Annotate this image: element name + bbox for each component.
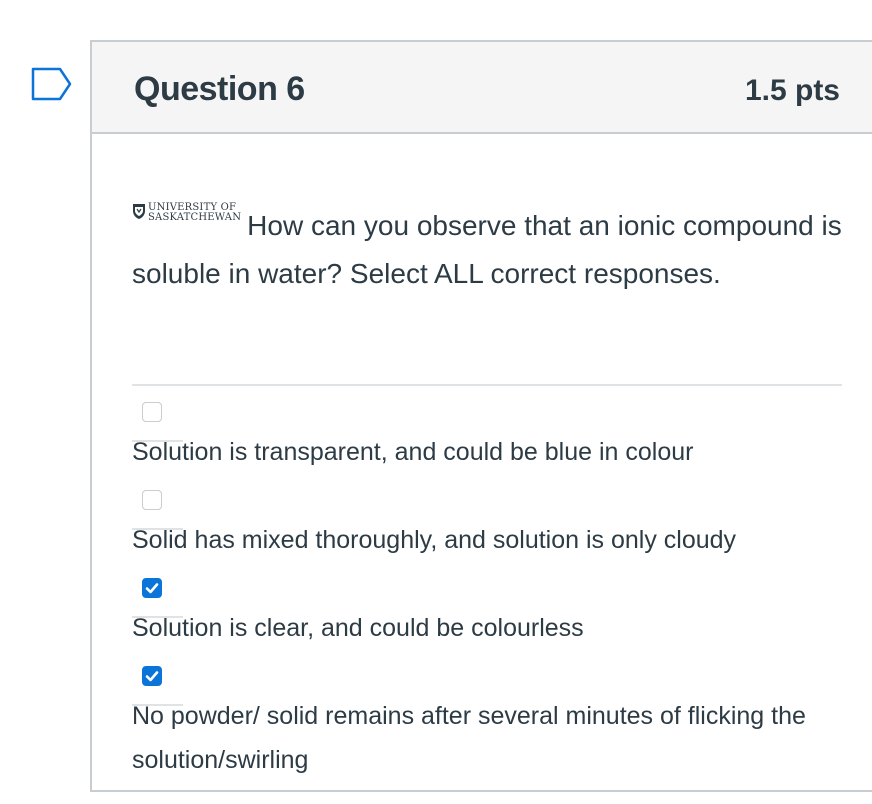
answer-option[interactable]: Solution is transparent, and could be bl… — [132, 376, 842, 474]
question-body: UNIVERSITY OF SASKATCHEWAN How can you ob… — [132, 200, 842, 298]
answer-list: Solution is transparent, and could be bl… — [132, 376, 842, 782]
question-points: 1.5 pts — [744, 74, 840, 107]
flag-question-button[interactable] — [30, 66, 74, 102]
answer-label: Solution is transparent, and could be bl… — [132, 438, 694, 466]
answer-checkbox[interactable] — [142, 402, 162, 422]
university-shield-icon — [133, 204, 145, 219]
question-header: Question 6 1.5 pts — [92, 42, 872, 134]
flag-question-icon — [31, 67, 72, 101]
answer-label: Solid has mixed thoroughly, and solution… — [132, 526, 737, 554]
answer-checkbox[interactable] — [142, 578, 162, 598]
question-card: Question 6 1.5 pts UNIVERSITY OF SASKATCH… — [90, 40, 872, 792]
answer-checkbox[interactable] — [142, 490, 162, 510]
answer-option[interactable]: Solid has mixed thoroughly, and solution… — [132, 464, 842, 562]
answer-label: No powder/ solid remains after several m… — [132, 702, 806, 774]
question-text: UNIVERSITY OF SASKATCHEWAN How can you ob… — [132, 200, 842, 298]
checkmark-icon — [145, 583, 159, 594]
answer-option[interactable]: Solution is clear, and could be colourle… — [132, 552, 842, 650]
checkmark-icon — [145, 671, 159, 682]
answer-option[interactable]: No powder/ solid remains after several m… — [132, 640, 842, 782]
logo-text: UNIVERSITY OF SASKATCHEWAN — [148, 203, 241, 223]
logo-line-2: SASKATCHEWAN — [148, 212, 242, 223]
question-title: Question 6 — [134, 70, 305, 108]
answer-label: Solution is clear, and could be colourle… — [132, 614, 584, 642]
answer-checkbox[interactable] — [142, 666, 162, 686]
university-logo: UNIVERSITY OF SASKATCHEWAN — [132, 200, 241, 228]
